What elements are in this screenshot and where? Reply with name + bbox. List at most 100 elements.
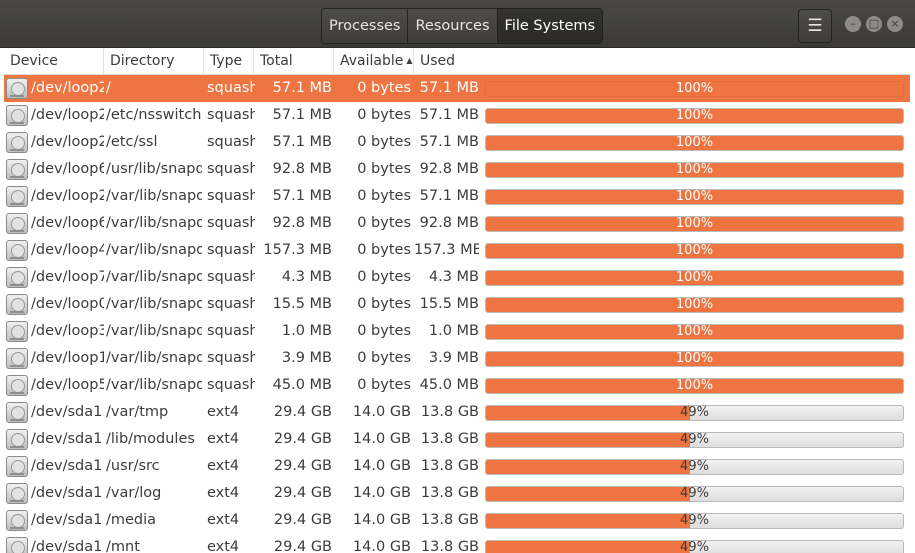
tab-resources[interactable]: Resources (408, 9, 498, 43)
column-header-type[interactable]: Type (204, 48, 254, 74)
table-header: Device Directory Type Total Available ▲ U… (4, 48, 910, 75)
table-row[interactable]: /dev/sda1/mnt ext4 29.4 GB 14.0 GB 13.8 GB 49… (4, 534, 910, 553)
close-button[interactable]: × (887, 16, 903, 32)
sort-ascending-icon: ▲ (406, 56, 413, 65)
cell-used: 15.5 MB (419, 296, 479, 312)
column-header-label: Type (210, 53, 243, 69)
table-row[interactable]: /dev/sda1/var/tmp ext4 29.4 GB 14.0 GB 13.8 … (4, 399, 910, 426)
usage-percent: 100% (675, 135, 714, 150)
usage-percent: 49% (680, 540, 709, 553)
cell-used: 92.8 MB (419, 215, 479, 231)
column-header-device[interactable]: Device (4, 48, 104, 74)
usage-bar: 49% (485, 486, 904, 502)
tab-processes[interactable]: Processes (322, 9, 409, 43)
table-row[interactable]: /dev/loop4/var/lib/snapd squashfs 157.3 MB… (4, 237, 910, 264)
usage-bar: 100% (485, 135, 904, 151)
cell-total: 4.3 MB (281, 269, 332, 285)
cell-used: 13.8 GB (420, 485, 479, 501)
table-row[interactable]: /dev/loop2/var/lib/snapd squashfs 57.1 MB 0… (4, 183, 910, 210)
cell-available: 0 bytes (357, 107, 411, 123)
cell-device: /dev/loop2 (31, 134, 104, 150)
column-header-directory[interactable]: Directory (104, 48, 204, 74)
cell-available: 14.0 GB (352, 431, 411, 447)
table-row[interactable]: /dev/loop2/etc/nsswitch.conf squashfs 57.1… (4, 102, 910, 129)
cell-available: 14.0 GB (352, 512, 411, 528)
cell-available: 14.0 GB (352, 485, 411, 501)
table-row[interactable]: /dev/sda1/media ext4 29.4 GB 14.0 GB 13.8 GB… (4, 507, 910, 534)
column-header-available[interactable]: Available ▲ (334, 48, 414, 74)
table-row[interactable]: /dev/loop2/etc/ssl squashfs 57.1 MB 0 bytes… (4, 129, 910, 156)
cell-available: 0 bytes (357, 215, 411, 231)
table-row[interactable]: /dev/loop7/var/lib/snapd squashfs 4.3 MB 0 … (4, 264, 910, 291)
cell-device: /dev/sda1 (31, 431, 103, 447)
column-header-label: Used (420, 53, 456, 69)
cell-type: squashfs (207, 188, 255, 204)
cell-directory: /var/lib/snapd (106, 188, 202, 204)
hamburger-menu-icon: ☰ (807, 16, 823, 36)
cell-total: 29.4 GB (273, 539, 332, 553)
hamburger-menu-button[interactable]: ☰ (798, 9, 832, 43)
cell-device: /dev/sda1 (31, 404, 103, 420)
cell-device: /dev/loop2 (31, 107, 104, 123)
cell-used: 4.3 MB (428, 269, 479, 285)
cell-used: 57.1 MB (419, 107, 479, 123)
cell-total: 92.8 MB (272, 161, 332, 177)
cell-total: 29.4 GB (273, 404, 332, 420)
minimize-icon: – (850, 17, 856, 30)
cell-type: squashfs (207, 80, 255, 96)
drive-icon (6, 510, 28, 531)
cell-used: 13.8 GB (420, 404, 479, 420)
cell-total: 15.5 MB (272, 296, 332, 312)
table-row[interactable]: /dev/loop2/ squashfs 57.1 MB 0 bytes 57.1 MB… (4, 75, 910, 102)
table-row[interactable]: /dev/loop0/var/lib/snapd squashfs 15.5 MB 0… (4, 291, 910, 318)
tab-file-systems[interactable]: File Systems (497, 9, 603, 43)
drive-icon (6, 348, 28, 369)
usage-percent: 100% (675, 324, 714, 339)
cell-available: 0 bytes (357, 269, 411, 285)
usage-bar: 100% (485, 297, 904, 313)
table-row[interactable]: /dev/loop3/var/lib/snapd squashfs 1.0 MB 0 … (4, 318, 910, 345)
column-header-total[interactable]: Total (254, 48, 334, 74)
table-row[interactable]: /dev/loop6/var/lib/snapd squashfs 92.8 MB 0… (4, 210, 910, 237)
cell-directory: /usr/src (106, 458, 160, 474)
table-row[interactable]: /dev/loop1/var/lib/snapd squashfs 3.9 MB 0 … (4, 345, 910, 372)
table-row[interactable]: /dev/sda1/lib/modules ext4 29.4 GB 14.0 GB 1… (4, 426, 910, 453)
column-header-label: Device (10, 53, 58, 69)
cell-device: /dev/loop2 (31, 188, 104, 204)
cell-available: 0 bytes (357, 323, 411, 339)
usage-percent: 49% (680, 459, 709, 474)
cell-directory: /var/lib/snapd (106, 377, 202, 393)
cell-device: /dev/loop6 (31, 215, 104, 231)
cell-used: 1.0 MB (428, 323, 479, 339)
usage-percent: 100% (675, 81, 714, 96)
cell-directory: /var/lib/snapd (106, 215, 202, 231)
cell-total: 57.1 MB (272, 188, 332, 204)
cell-total: 29.4 GB (273, 431, 332, 447)
table-row[interactable]: /dev/sda1/var/log ext4 29.4 GB 14.0 GB 13.8 … (4, 480, 910, 507)
cell-used: 13.8 GB (420, 431, 479, 447)
cell-type: ext4 (207, 404, 240, 420)
cell-total: 1.0 MB (281, 323, 332, 339)
table-row[interactable]: /dev/loop6/usr/lib/snapd squashfs 92.8 MB 0… (4, 156, 910, 183)
cell-used: 13.8 GB (420, 539, 479, 553)
cell-device: /dev/loop0 (31, 296, 104, 312)
column-header-used[interactable]: Used (414, 48, 910, 74)
minimize-button[interactable]: – (845, 16, 861, 32)
close-icon: × (890, 17, 900, 30)
cell-used: 13.8 GB (420, 458, 479, 474)
cell-device: /dev/loop4 (31, 242, 104, 258)
cell-total: 29.4 GB (273, 512, 332, 528)
cell-device: /dev/loop1 (31, 350, 104, 366)
table-row[interactable]: /dev/loop5/var/lib/snapd squashfs 45.0 MB 0… (4, 372, 910, 399)
drive-icon (6, 456, 28, 477)
table-row[interactable]: /dev/sda1/usr/src ext4 29.4 GB 14.0 GB 13.8 … (4, 453, 910, 480)
maximize-button[interactable]: □ (866, 16, 882, 32)
header-bar: Processes Resources File Systems ☰ – □ × (0, 0, 915, 48)
usage-percent: 100% (675, 270, 714, 285)
cell-total: 57.1 MB (272, 107, 332, 123)
drive-icon (6, 402, 28, 423)
cell-total: 29.4 GB (273, 458, 332, 474)
cell-total: 57.1 MB (272, 134, 332, 150)
drive-icon (6, 537, 28, 553)
cell-device: /dev/sda1 (31, 458, 103, 474)
